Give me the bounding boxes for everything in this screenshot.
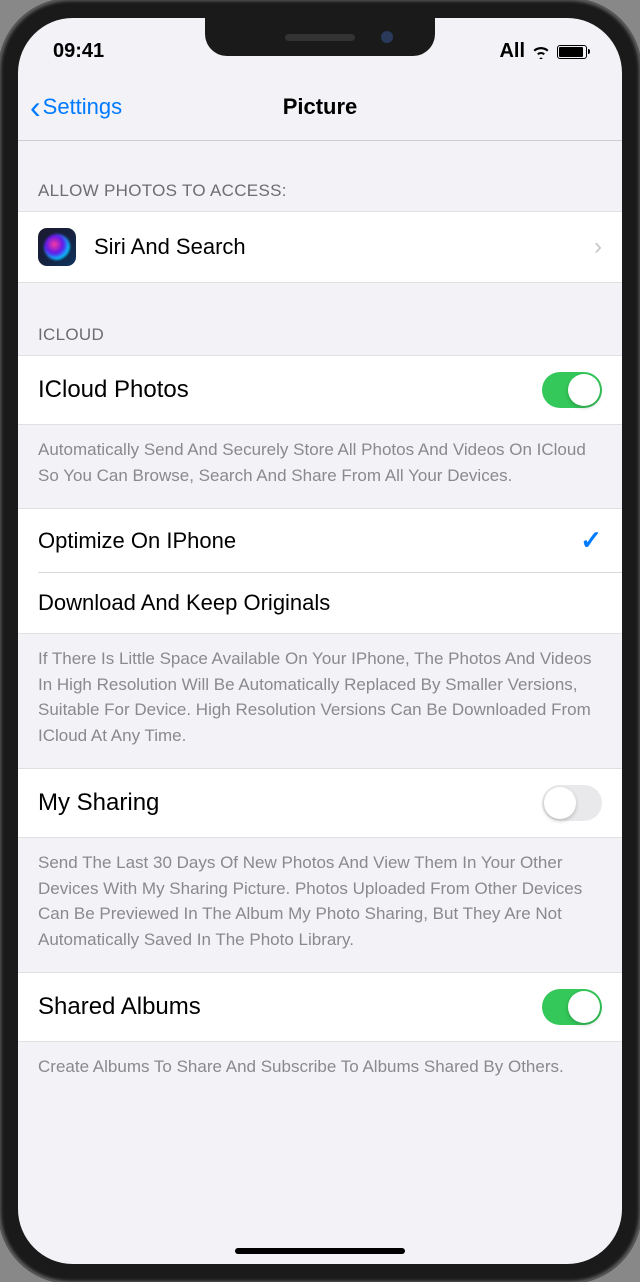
download-label: Download And Keep Originals [38, 590, 330, 616]
my-sharing-footer: Send The Last 30 Days Of New Photos And … [18, 838, 622, 972]
my-sharing-label: My Sharing [38, 789, 159, 817]
chevron-right-icon: › [594, 233, 602, 261]
checkmark-icon: ✓ [580, 525, 602, 556]
phone-frame: 09:41 All ‹ Settings Picture ALLOW PHOTO… [0, 0, 640, 1282]
row-shared-albums: Shared Albums [18, 972, 622, 1042]
back-label: Settings [43, 94, 123, 120]
chevron-left-icon: ‹ [30, 91, 41, 123]
row-siri-search[interactable]: Siri And Search › [18, 211, 622, 283]
shared-albums-toggle[interactable] [542, 989, 602, 1025]
icloud-photos-label: ICloud Photos [38, 376, 189, 404]
status-time: 09:41 [53, 40, 104, 63]
status-carrier: All [499, 40, 525, 63]
siri-icon [38, 228, 76, 266]
icloud-photos-toggle[interactable] [542, 372, 602, 408]
row-my-sharing: My Sharing [18, 768, 622, 838]
section-header-access: ALLOW PHOTOS TO ACCESS: [18, 141, 622, 211]
shared-albums-footer: Create Albums To Share And Subscribe To … [18, 1042, 622, 1100]
row-download-originals[interactable]: Download And Keep Originals [18, 572, 622, 634]
siri-label: Siri And Search [94, 234, 246, 260]
battery-icon [557, 45, 587, 59]
row-optimize[interactable]: Optimize On IPhone ✓ [18, 508, 622, 572]
storage-footer: If There Is Little Space Available On Yo… [18, 634, 622, 768]
home-indicator[interactable] [235, 1248, 405, 1254]
optimize-label: Optimize On IPhone [38, 528, 236, 554]
device-notch [205, 18, 435, 56]
section-header-icloud: ICLOUD [18, 283, 622, 355]
back-button[interactable]: ‹ Settings [30, 91, 122, 123]
row-icloud-photos: ICloud Photos [18, 355, 622, 425]
nav-bar: ‹ Settings Picture [18, 73, 622, 141]
my-sharing-toggle[interactable] [542, 785, 602, 821]
page-title: Picture [283, 94, 358, 120]
icloud-photos-footer: Automatically Send And Securely Store Al… [18, 425, 622, 508]
shared-albums-label: Shared Albums [38, 993, 201, 1021]
content-scroll[interactable]: ALLOW PHOTOS TO ACCESS: Siri And Search … [18, 141, 622, 1264]
wifi-icon [531, 44, 551, 59]
